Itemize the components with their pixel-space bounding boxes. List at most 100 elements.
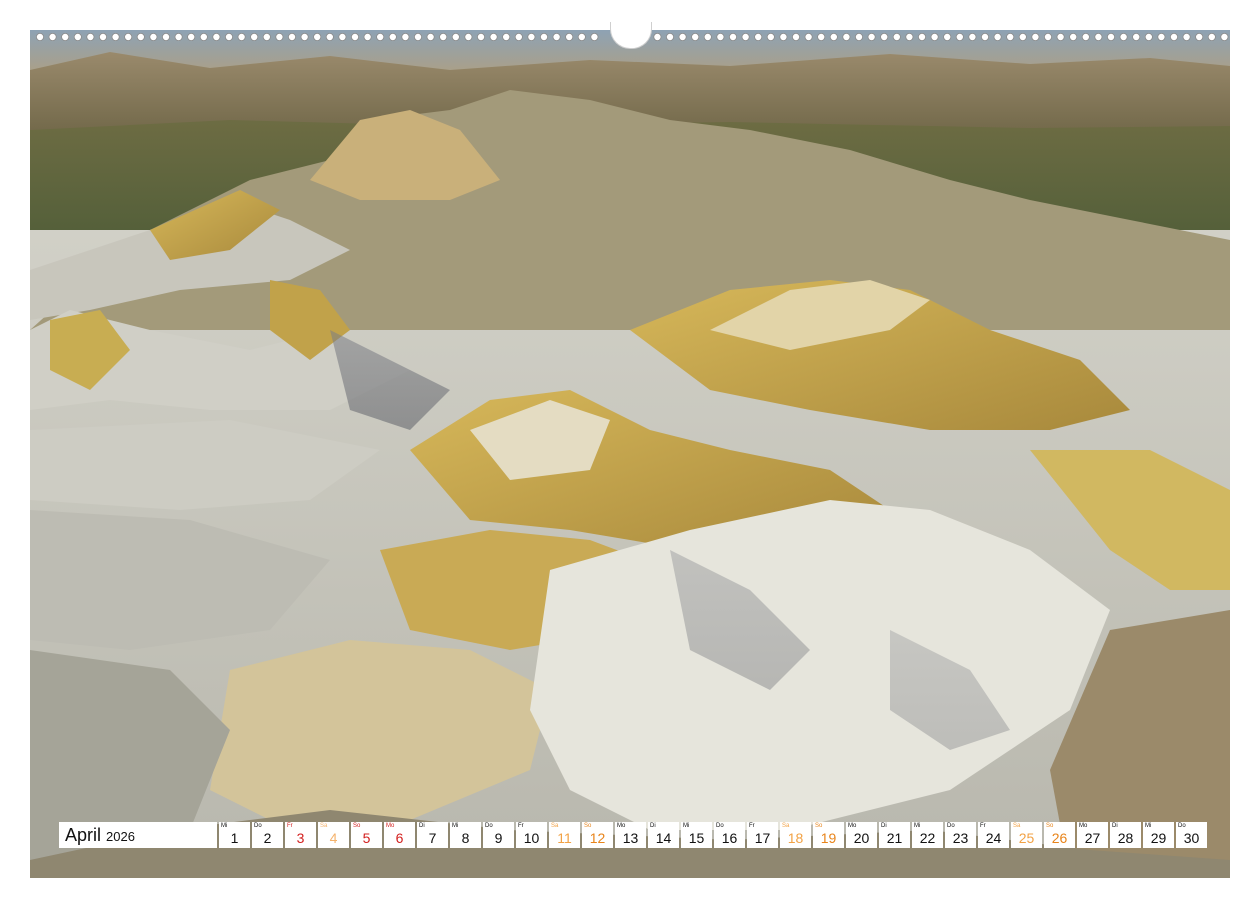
day-cell: Mo 27 (1077, 822, 1108, 848)
weekday-label: Do (1178, 823, 1186, 829)
calendar-strip: April 2026 Mi 1 Do 2 Fr 3 Sa 4 So 5 Mo 6 Di 7 Mi 8 Do 9 Fr… (59, 822, 1207, 848)
binding-hole (313, 33, 322, 41)
binding-hole (1006, 33, 1015, 41)
binding-hole (1069, 33, 1078, 41)
binding-hole (514, 33, 523, 41)
weekday-label: Do (716, 823, 724, 829)
binding-hole (1207, 33, 1216, 41)
day-cell: Di 7 (417, 822, 448, 848)
weekday-label: So (584, 823, 592, 829)
day-number: 8 (461, 830, 470, 846)
binding-hole (703, 33, 712, 41)
binding-hole (287, 33, 296, 41)
day-cell: Di 14 (648, 822, 679, 848)
binding-hole (905, 33, 914, 41)
binding-hole (376, 33, 385, 41)
binding-hole (792, 33, 801, 41)
day-cell: Fr 24 (978, 822, 1009, 848)
weekday-label: So (353, 823, 361, 829)
day-cell: Do 2 (252, 822, 283, 848)
day-number: 12 (589, 830, 606, 846)
binding-hole (1031, 33, 1040, 41)
month-label: April 2026 (59, 822, 217, 848)
binding-hole (1195, 33, 1204, 41)
binding-hole (993, 33, 1002, 41)
binding-hole (691, 33, 700, 41)
weekday-label: Mi (221, 823, 228, 829)
binding-hole (325, 33, 334, 41)
day-number: 26 (1051, 830, 1068, 846)
weekday-label: Mi (1145, 823, 1152, 829)
day-cell: Mo 13 (615, 822, 646, 848)
day-cell: Mi 1 (219, 822, 250, 848)
day-cell: So 5 (351, 822, 382, 848)
weekday-label: Mi (914, 823, 921, 829)
day-number: 10 (523, 830, 540, 846)
day-number: 11 (557, 830, 572, 846)
binding-hole (426, 33, 435, 41)
binding-hole (565, 33, 574, 41)
day-cell: Sa 18 (780, 822, 811, 848)
day-cell: Mi 22 (912, 822, 943, 848)
binding-hole (855, 33, 864, 41)
day-cell: So 12 (582, 822, 613, 848)
binding-hole (187, 33, 196, 41)
binding-hole (892, 33, 901, 41)
binding-hole (174, 33, 183, 41)
weekday-label: Fr (518, 823, 524, 829)
binding-hole (413, 33, 422, 41)
day-cell: Mo 20 (846, 822, 877, 848)
weekday-label: So (815, 823, 823, 829)
day-number: 20 (853, 830, 870, 846)
binding-hole (1018, 33, 1027, 41)
day-cell: Fr 17 (747, 822, 778, 848)
weekday-label: Di (881, 823, 887, 829)
binding-hole (539, 33, 548, 41)
day-cell: Do 16 (714, 822, 745, 848)
binding-hole (161, 33, 170, 41)
binding-hole (149, 33, 158, 41)
binding-hole (464, 33, 473, 41)
day-cell: Di 21 (879, 822, 910, 848)
binding-hole (779, 33, 788, 41)
binding-hole (61, 33, 70, 41)
day-number: 18 (787, 830, 804, 846)
binding-hole (350, 33, 359, 41)
day-number: 25 (1018, 830, 1035, 846)
day-number: 3 (296, 830, 305, 846)
binding-hole (741, 33, 750, 41)
weekday-label: Sa (320, 823, 328, 829)
weekday-label: Mo (617, 823, 626, 829)
weekday-label: Mo (386, 823, 395, 829)
binding-hole (716, 33, 725, 41)
day-number: 24 (985, 830, 1002, 846)
binding-hole (829, 33, 838, 41)
landscape-photo (30, 30, 1230, 878)
day-number: 4 (329, 830, 338, 846)
binding-hole (401, 33, 410, 41)
binding-hole (1132, 33, 1141, 41)
weekday-label: Mo (848, 823, 857, 829)
day-number: 5 (362, 830, 371, 846)
day-number: 13 (622, 830, 639, 846)
binding-hole (804, 33, 813, 41)
day-number: 29 (1150, 830, 1167, 846)
binding-hole (842, 33, 851, 41)
day-cell: Mo 6 (384, 822, 415, 848)
binding-hole (439, 33, 448, 41)
binding-hole (262, 33, 271, 41)
day-number: 27 (1084, 830, 1101, 846)
day-cell: Mi 15 (681, 822, 712, 848)
weekday-label: So (1046, 823, 1054, 829)
weekday-label: Sa (782, 823, 790, 829)
weekday-label: Fr (980, 823, 986, 829)
day-number: 2 (263, 830, 272, 846)
binding-hole (729, 33, 738, 41)
binding-hole (577, 33, 586, 41)
binding-hole (502, 33, 511, 41)
day-cell: Do 9 (483, 822, 514, 848)
day-cell: Do 30 (1176, 822, 1207, 848)
weekday-label: Mi (683, 823, 690, 829)
day-number: 21 (886, 830, 903, 846)
binding-hole (275, 33, 284, 41)
